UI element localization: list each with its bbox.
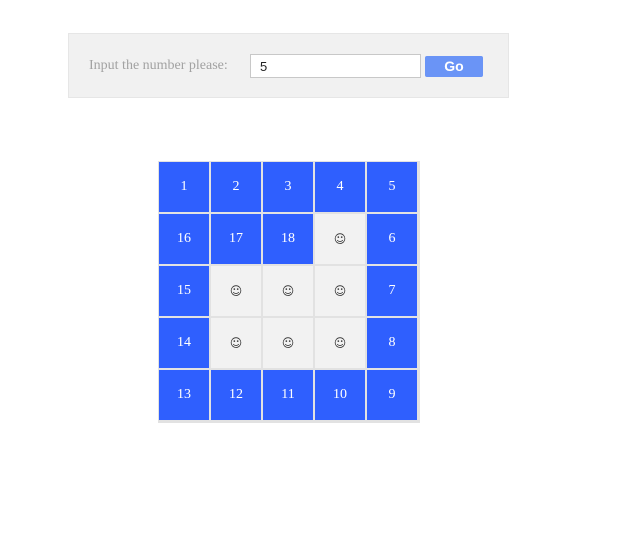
grid-cell-smiley: ☺ [315, 266, 365, 316]
grid-cell-number: 10 [315, 370, 365, 420]
grid-cell-number: 16 [159, 214, 209, 264]
grid-cell-smiley: ☺ [211, 266, 261, 316]
grid-cell-number: 15 [159, 266, 209, 316]
grid-cell-number: 13 [159, 370, 209, 420]
grid-cell-smiley: ☺ [211, 318, 261, 368]
grid-cell-smiley: ☺ [315, 318, 365, 368]
go-button[interactable]: Go [425, 56, 483, 77]
grid-cell-number: 6 [367, 214, 417, 264]
grid-cell-number: 2 [211, 162, 261, 212]
grid-cell-number: 5 [367, 162, 417, 212]
grid-cell-number: 9 [367, 370, 417, 420]
grid-cell-smiley: ☺ [263, 266, 313, 316]
grid-cell-number: 18 [263, 214, 313, 264]
grid-cell-number: 7 [367, 266, 417, 316]
grid-cell-smiley: ☺ [315, 214, 365, 264]
input-panel: Input the number please: Go [68, 33, 509, 98]
input-prompt-label: Input the number please: [89, 58, 228, 73]
grid-cell-number: 3 [263, 162, 313, 212]
grid-cell-number: 17 [211, 214, 261, 264]
grid-cell-number: 8 [367, 318, 417, 368]
grid-cell-smiley: ☺ [263, 318, 313, 368]
grid-cell-number: 11 [263, 370, 313, 420]
grid-cell-number: 14 [159, 318, 209, 368]
number-input[interactable] [250, 54, 421, 78]
grid-cell-number: 12 [211, 370, 261, 420]
spiral-grid: 1 2 3 4 5 16 17 18 ☺ 6 15 ☺ ☺ ☺ 7 14 ☺ ☺ ☺ 8 13 12 11 10 9 [158, 161, 420, 423]
grid-cell-number: 4 [315, 162, 365, 212]
grid-cell-number: 1 [159, 162, 209, 212]
